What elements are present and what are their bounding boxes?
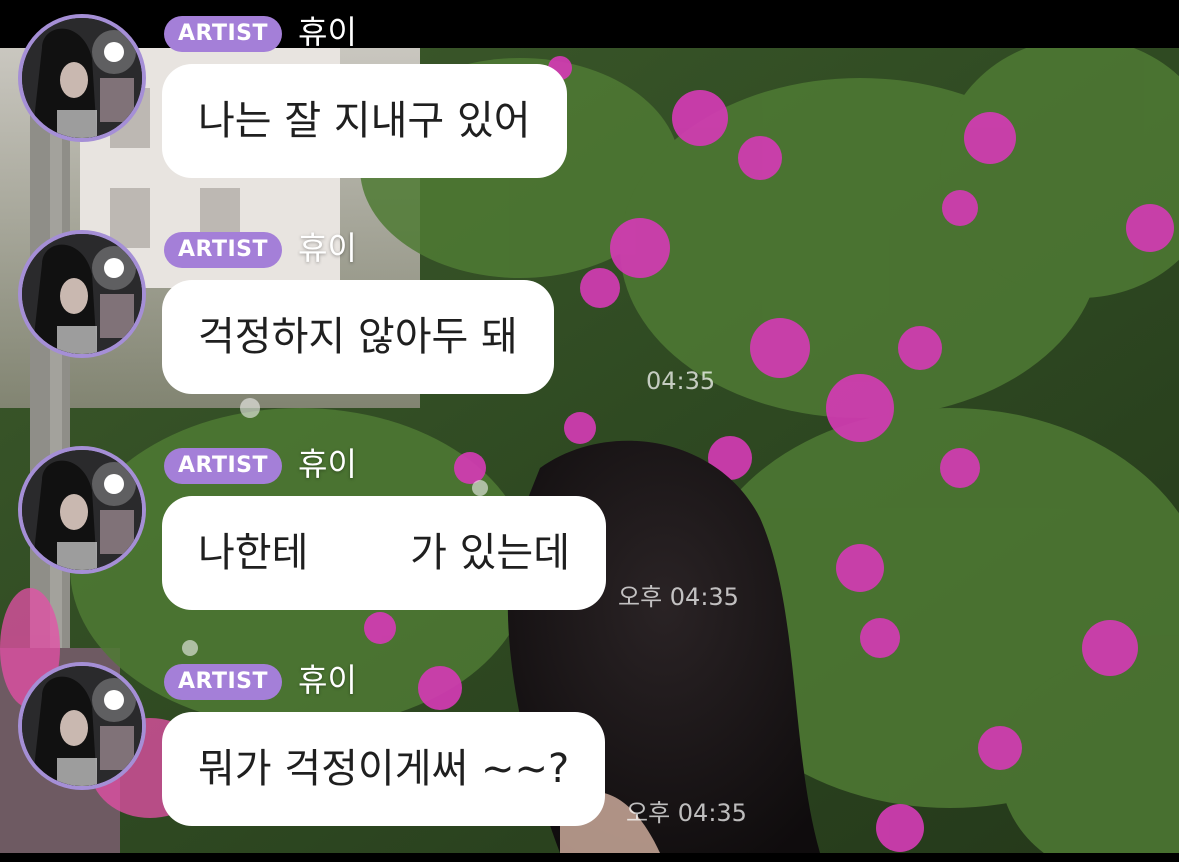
artist-badge: ARTIST <box>164 16 282 52</box>
artist-avatar[interactable] <box>18 662 146 790</box>
artist-name: 휴이 <box>298 661 357 699</box>
message-time: 오후 04:35 <box>626 799 747 827</box>
artist-name: 휴이 <box>298 229 357 267</box>
message-bubble[interactable]: 나는 잘 지내구 있어 <box>162 64 567 178</box>
message-bubble[interactable]: 걱정하지 않아두 돼 <box>162 280 554 394</box>
artist-badge: ARTIST <box>164 448 282 484</box>
artist-avatar[interactable] <box>18 14 146 142</box>
chat-message: ARTIST 휴이 걱정하지 않아두 돼 04:35 <box>0 229 1179 430</box>
artist-avatar[interactable] <box>18 230 146 358</box>
chat-message: ARTIST 휴이 나는 잘 지내구 있어 <box>0 13 1179 214</box>
artist-name: 휴이 <box>298 445 357 483</box>
message-time: 오후 04:35 <box>618 583 739 611</box>
artist-avatar[interactable] <box>18 446 146 574</box>
artist-name: 휴이 <box>298 13 357 51</box>
message-bubble[interactable]: 나한테 가 있는데 <box>162 496 607 610</box>
artist-badge: ARTIST <box>164 664 282 700</box>
artist-badge: ARTIST <box>164 232 282 268</box>
message-time: 04:35 <box>646 367 716 395</box>
chat-message: ARTIST 휴이 나한테 가 있는데 오후 04:35 <box>0 445 1179 646</box>
chat-message: ARTIST 휴이 뭐가 걱정이게써 ~~? 오후 04:35 <box>0 661 1179 862</box>
message-bubble[interactable]: 뭐가 걱정이게써 ~~? <box>162 712 606 826</box>
